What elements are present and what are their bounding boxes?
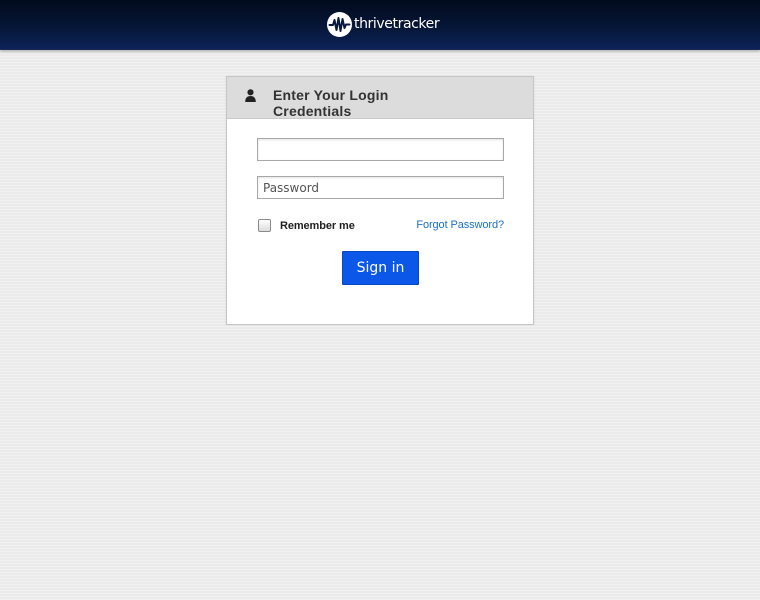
remember-me-row[interactable]: Remember me xyxy=(258,219,355,232)
pulse-logo-icon xyxy=(327,12,352,37)
user-icon xyxy=(245,89,256,102)
username-input[interactable] xyxy=(257,138,504,161)
password-input[interactable] xyxy=(257,176,504,199)
forgot-password-link[interactable]: Forgot Password? xyxy=(416,219,504,231)
sign-in-button[interactable]: Sign in xyxy=(342,251,419,285)
brand-name: thrivetracker xyxy=(354,16,440,32)
login-panel: Enter Your Login Credentials Remember me… xyxy=(226,76,534,325)
login-title: Enter Your Login Credentials xyxy=(273,87,389,119)
login-panel-header: Enter Your Login Credentials xyxy=(227,77,533,119)
top-header-bar: thrivetracker xyxy=(0,0,760,50)
brand-logo[interactable]: thrivetracker xyxy=(327,12,440,37)
remember-me-label[interactable]: Remember me xyxy=(280,220,355,232)
remember-me-checkbox[interactable] xyxy=(258,219,271,232)
